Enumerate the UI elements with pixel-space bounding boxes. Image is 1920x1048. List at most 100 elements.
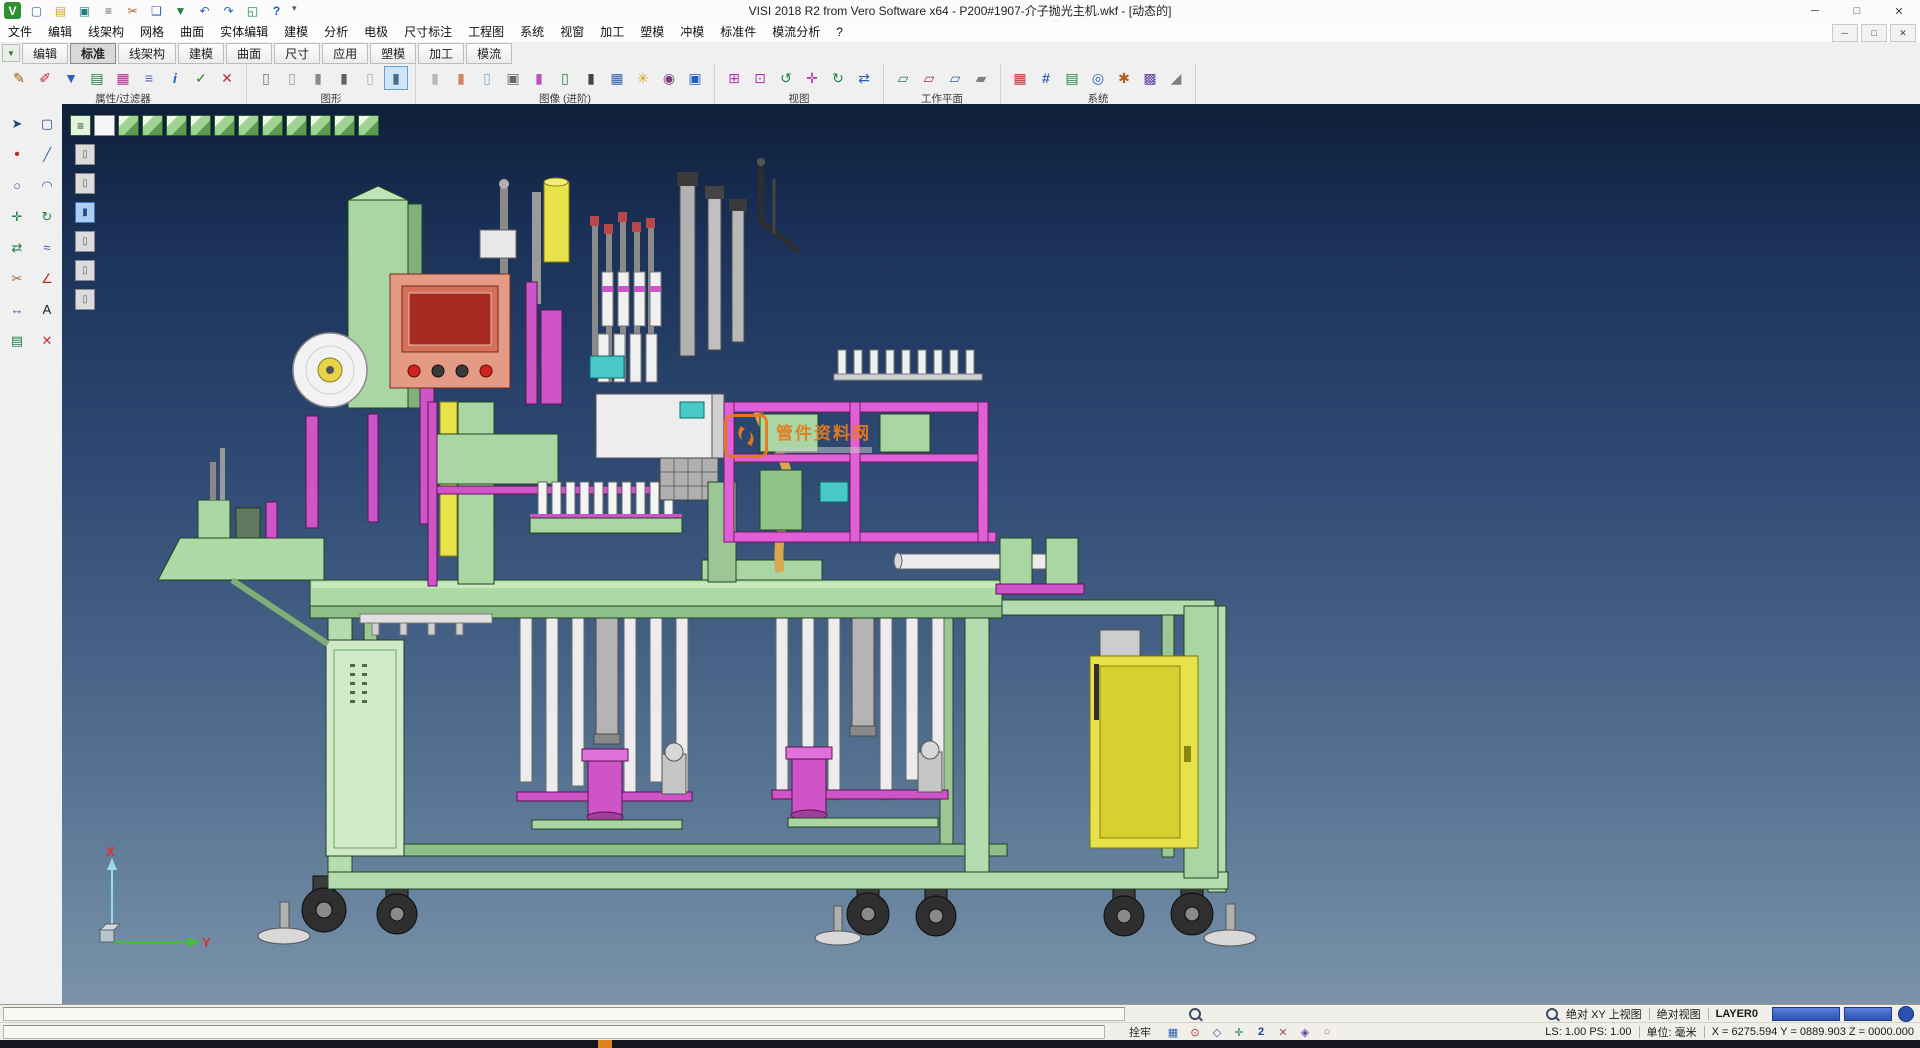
print-icon[interactable]: ≡ — [100, 2, 117, 19]
measure-angle-icon[interactable]: ∠ — [33, 265, 61, 292]
view-bottom-icon[interactable] — [166, 115, 187, 136]
viewport-canvas[interactable]: ≡ ▯▯▮▯▯▯ 管件资料网 X Y — [62, 104, 1920, 1004]
background-icon[interactable]: ▦ — [605, 66, 629, 90]
element-info-icon[interactable]: i — [163, 66, 187, 90]
refresh-view-icon[interactable]: ⇄ — [852, 66, 876, 90]
light-settings-icon[interactable]: ✳ — [631, 66, 655, 90]
menu-item[interactable]: 编辑 — [40, 22, 80, 42]
view-iso-icon[interactable] — [118, 115, 139, 136]
undo-icon[interactable]: ↶ — [196, 2, 213, 19]
mdi-minimize-button[interactable]: ─ — [1832, 24, 1858, 42]
pan-view-icon[interactable]: ✛ — [800, 66, 824, 90]
color-dot-icon[interactable] — [1898, 1006, 1914, 1022]
view-right-icon[interactable] — [262, 115, 283, 136]
box-select-icon[interactable]: ▢ — [33, 110, 61, 137]
view-iso-back-icon[interactable] — [310, 115, 331, 136]
minimize-button[interactable]: ─ — [1794, 0, 1836, 22]
render-quality-icon[interactable]: ▮ — [423, 66, 447, 90]
snap-center-icon[interactable]: ✛ — [1231, 1025, 1247, 1040]
wireframe-mode-icon[interactable]: ▯ — [254, 66, 278, 90]
menu-item[interactable]: 模流分析 — [764, 22, 828, 42]
menu-item[interactable]: 工程图 — [460, 22, 512, 42]
menu-item[interactable]: 曲面 — [172, 22, 212, 42]
text-icon[interactable]: A — [33, 296, 61, 323]
ghost-mode-icon[interactable]: ▯ — [358, 66, 382, 90]
view-iso-left-icon[interactable] — [334, 115, 355, 136]
select-icon[interactable]: ➤ — [3, 110, 31, 137]
snap-intersect-icon[interactable]: ✕ — [1275, 1025, 1291, 1040]
shaded-mode-icon[interactable]: ▮ — [306, 66, 330, 90]
attribute-paint-icon[interactable]: ✐ — [33, 66, 57, 90]
snap-2-icon[interactable]: 2 — [1253, 1025, 1269, 1040]
tab-overflow-button[interactable]: ▼ — [2, 44, 20, 62]
search-icon[interactable] — [1546, 1008, 1558, 1020]
select-by-filter-icon[interactable]: ✓ — [189, 66, 213, 90]
menu-item[interactable]: ? — [828, 22, 851, 42]
system-matrix-icon[interactable]: ▩ — [1138, 66, 1162, 90]
menu-item[interactable]: 分析 — [316, 22, 356, 42]
open-file-icon[interactable]: ▤ — [52, 2, 69, 19]
menu-item[interactable]: 网格 — [132, 22, 172, 42]
app-logo-icon[interactable]: V — [4, 2, 21, 19]
view-list-icon[interactable]: ≡ — [70, 115, 91, 136]
trim-icon[interactable]: ✂ — [3, 265, 31, 292]
active-layer-label[interactable]: LAYER0 — [1716, 1008, 1758, 1020]
layer-manager-icon[interactable]: ▤ — [85, 66, 109, 90]
view-iso-right-icon[interactable] — [358, 115, 379, 136]
snap-grid-icon[interactable]: ▦ — [1165, 1025, 1181, 1040]
ribbon-tab[interactable]: 模流 — [466, 43, 512, 64]
ribbon-tab[interactable]: 编辑 — [22, 43, 68, 64]
maximize-button[interactable]: □ — [1836, 0, 1878, 22]
snap-mid-icon[interactable]: ◇ — [1209, 1025, 1225, 1040]
menu-item[interactable]: 尺寸标注 — [396, 22, 460, 42]
rotate-icon[interactable]: ↻ — [33, 203, 61, 230]
quick-access-dropdown-icon[interactable]: ▾ — [292, 3, 297, 14]
menu-item[interactable]: 建模 — [276, 22, 316, 42]
circle-icon[interactable]: ○ — [3, 172, 31, 199]
line-style-icon[interactable]: ≡ — [137, 66, 161, 90]
menu-item[interactable]: 加工 — [592, 22, 632, 42]
mdi-close-button[interactable]: ✕ — [1890, 24, 1916, 42]
system-units-icon[interactable]: ◎ — [1086, 66, 1110, 90]
photo-render-icon[interactable]: ◉ — [657, 66, 681, 90]
view-mode-label[interactable]: 绝对 XY 上视图 — [1566, 1006, 1642, 1022]
color-filter-icon[interactable]: ▦ — [111, 66, 135, 90]
new-file-icon[interactable]: ▢ — [28, 2, 45, 19]
redo-icon[interactable]: ↷ — [220, 2, 237, 19]
line-color-bar[interactable] — [1844, 1007, 1892, 1021]
texture-mode-icon[interactable]: ▮ — [449, 66, 473, 90]
snap-quad-icon[interactable]: ◈ — [1297, 1025, 1313, 1040]
system-layers-icon[interactable]: ▤ — [1060, 66, 1084, 90]
mirror-icon[interactable]: ⇄ — [3, 234, 31, 261]
edge-select-icon[interactable]: ▯ — [75, 260, 95, 281]
select-mode-icon[interactable]: ▯ — [75, 144, 95, 165]
zoom-previous-icon[interactable]: ↺ — [774, 66, 798, 90]
dynamic-shade-icon[interactable]: ▮ — [384, 66, 408, 90]
highlight-faces-icon[interactable]: ▮ — [527, 66, 551, 90]
zoom-extents-icon[interactable]: ⊞ — [722, 66, 746, 90]
close-button[interactable]: ✕ — [1878, 0, 1920, 22]
menu-item[interactable]: 文件 — [0, 22, 40, 42]
view-left-icon[interactable] — [238, 115, 259, 136]
shadow-icon[interactable]: ▮ — [579, 66, 603, 90]
units-label[interactable]: 单位: 毫米 — [1647, 1024, 1697, 1040]
filter-funnel-icon[interactable]: ▼ — [59, 66, 83, 90]
menu-item[interactable]: 线架构 — [80, 22, 132, 42]
properties-icon[interactable]: ✎ — [7, 66, 31, 90]
solid-select-icon[interactable]: ▯ — [75, 231, 95, 252]
menu-item[interactable]: 视窗 — [552, 22, 592, 42]
menu-item[interactable]: 塑模 — [632, 22, 672, 42]
menu-item[interactable]: 电极 — [356, 22, 396, 42]
copy-icon[interactable]: ❏ — [148, 2, 165, 19]
status-zoom-icon[interactable] — [1189, 1008, 1201, 1020]
os-taskbar[interactable] — [0, 1040, 1920, 1048]
move-icon[interactable]: ✛ — [3, 203, 31, 230]
transparency-icon[interactable]: ▯ — [475, 66, 499, 90]
ribbon-tab[interactable]: 曲面 — [226, 43, 272, 64]
workplane-yz-icon[interactable]: ▱ — [943, 66, 967, 90]
absolute-view-label[interactable]: 绝对视图 — [1657, 1006, 1701, 1022]
erase-icon[interactable]: ✕ — [33, 327, 61, 354]
menu-item[interactable]: 系统 — [512, 22, 552, 42]
snap-tangent-icon[interactable]: ○ — [1319, 1025, 1335, 1040]
clear-filter-icon[interactable]: ✕ — [215, 66, 239, 90]
